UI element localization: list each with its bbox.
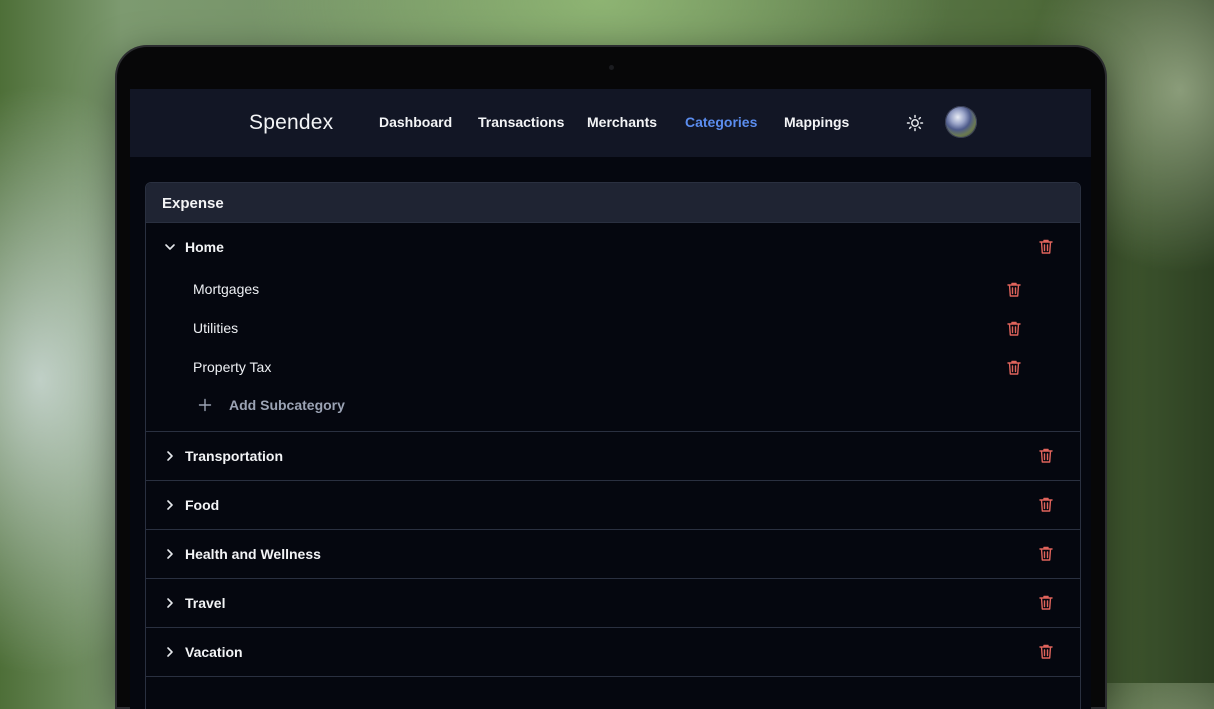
chevron-right-icon[interactable] — [163, 547, 177, 561]
nav-dashboard[interactable]: Dashboard — [379, 114, 452, 130]
trash-icon[interactable] — [1038, 545, 1054, 562]
category-label[interactable]: Transportation — [185, 448, 283, 464]
card-header: Expense — [146, 183, 1080, 223]
chevron-right-icon[interactable] — [163, 596, 177, 610]
trash-icon[interactable] — [1038, 643, 1054, 660]
theme-toggle-button[interactable] — [906, 114, 924, 132]
trash-icon[interactable] — [1006, 281, 1022, 298]
subcategory-row: Property Tax — [146, 348, 1080, 387]
category-row-vacation: Vacation — [146, 628, 1080, 677]
subcategory-row: Mortgages — [146, 270, 1080, 309]
expense-card: Expense Home Mortgages Utilities Propert… — [145, 182, 1081, 709]
card-title: Expense — [162, 195, 224, 212]
nav-categories[interactable]: Categories — [685, 114, 757, 130]
category-row-transportation: Transportation — [146, 432, 1080, 481]
category-row-home: Home — [146, 223, 1080, 270]
trash-icon[interactable] — [1038, 594, 1054, 611]
chevron-right-icon[interactable] — [163, 645, 177, 659]
plus-icon — [198, 398, 212, 412]
top-navbar: Spendex Dashboard Transactions Merchants… — [130, 89, 1091, 157]
nav-merchants[interactable]: Merchants — [587, 114, 657, 130]
category-row-health: Health and Wellness — [146, 530, 1080, 579]
camera-dot — [609, 65, 614, 70]
add-subcategory-button[interactable]: Add Subcategory — [146, 387, 1080, 432]
laptop-frame: Spendex Dashboard Transactions Merchants… — [117, 47, 1105, 709]
user-avatar[interactable] — [945, 106, 977, 138]
trash-icon[interactable] — [1038, 496, 1054, 513]
trash-icon[interactable] — [1038, 238, 1054, 255]
category-row-travel: Travel — [146, 579, 1080, 628]
category-label[interactable]: Health and Wellness — [185, 546, 321, 562]
brand-logo[interactable]: Spendex — [249, 111, 333, 135]
trash-icon[interactable] — [1038, 447, 1054, 464]
subcategory-label[interactable]: Mortgages — [193, 281, 259, 297]
chevron-right-icon[interactable] — [163, 498, 177, 512]
chevron-down-icon[interactable] — [163, 240, 177, 254]
nav-mappings[interactable]: Mappings — [784, 114, 849, 130]
add-subcategory-label: Add Subcategory — [229, 397, 345, 413]
category-label[interactable]: Travel — [185, 595, 225, 611]
chevron-right-icon[interactable] — [163, 449, 177, 463]
sun-icon — [906, 114, 924, 132]
trash-icon[interactable] — [1006, 359, 1022, 376]
trash-icon[interactable] — [1006, 320, 1022, 337]
category-row-food: Food — [146, 481, 1080, 530]
nav-transactions[interactable]: Transactions — [478, 114, 564, 130]
category-label[interactable]: Vacation — [185, 644, 243, 660]
subcategory-label[interactable]: Property Tax — [193, 359, 271, 375]
subcategory-row: Utilities — [146, 309, 1080, 348]
app-screen: Spendex Dashboard Transactions Merchants… — [130, 89, 1091, 709]
subcategory-label[interactable]: Utilities — [193, 320, 238, 336]
category-label[interactable]: Food — [185, 497, 219, 513]
category-label[interactable]: Home — [185, 239, 224, 255]
